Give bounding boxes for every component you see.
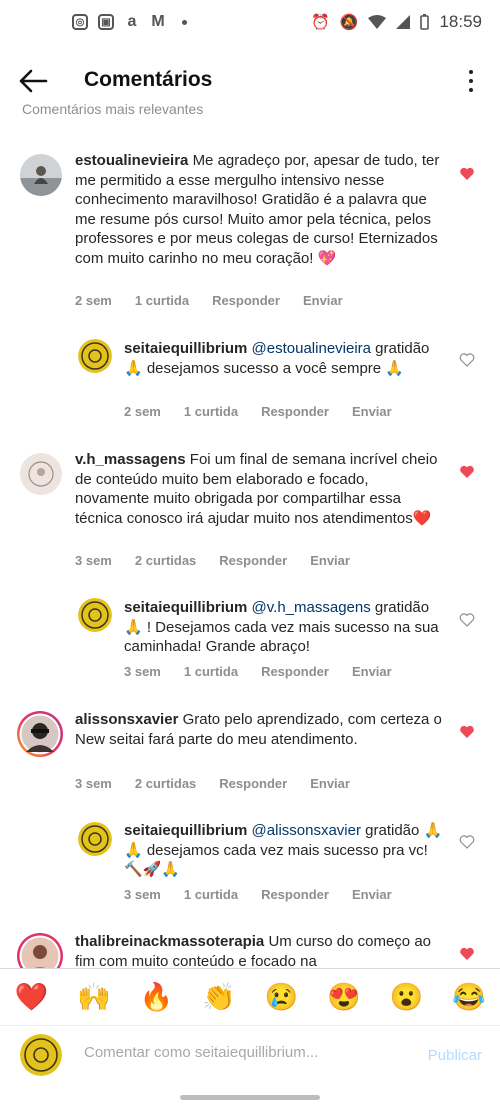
reply-button[interactable]: Responder bbox=[261, 664, 329, 679]
more-notifications-dot bbox=[182, 19, 187, 25]
comment-composer: Publicar bbox=[0, 1025, 500, 1086]
reply-meta: 3 sem 1 curtida Responder Enviar bbox=[124, 887, 415, 902]
heart-emoji-button[interactable]: ❤️ bbox=[11, 981, 51, 1013]
laughing-emoji-button[interactable]: 😂 bbox=[449, 981, 489, 1013]
comment-likes[interactable]: 2 curtidas bbox=[135, 553, 196, 568]
comment-text: estoualinevieira Me agradeço por, apesar… bbox=[75, 151, 443, 268]
reply-button[interactable]: Responder bbox=[212, 293, 280, 308]
reply-time: 3 sem bbox=[124, 664, 161, 679]
like-heart-icon[interactable] bbox=[459, 724, 475, 740]
like-heart-outline-icon[interactable] bbox=[459, 834, 475, 850]
avatar[interactable] bbox=[16, 932, 64, 968]
comment-meta: 3 sem 2 curtidas Responder Enviar bbox=[75, 553, 373, 568]
comment-time: 2 sem bbox=[75, 293, 112, 308]
like-heart-icon[interactable] bbox=[459, 946, 475, 962]
send-button[interactable]: Enviar bbox=[303, 293, 343, 308]
comment-likes[interactable]: 1 curtida bbox=[135, 293, 189, 308]
app-icon: ▣ bbox=[98, 14, 114, 30]
clock: 18:59 bbox=[439, 12, 482, 31]
comment-time: 3 sem bbox=[75, 776, 112, 791]
clapping-emoji-button[interactable]: 👏 bbox=[199, 981, 239, 1013]
comment-username[interactable]: estoualinevieira bbox=[75, 152, 188, 169]
reply-time: 3 sem bbox=[124, 887, 161, 902]
comment-time: 3 sem bbox=[75, 553, 112, 568]
notification-icons: ◎ ▣ a M bbox=[72, 13, 187, 30]
like-heart-icon[interactable] bbox=[459, 166, 475, 182]
reply-avatar[interactable] bbox=[78, 339, 112, 373]
like-heart-outline-icon[interactable] bbox=[459, 612, 475, 628]
reply-button[interactable]: Responder bbox=[261, 887, 329, 902]
reply-avatar[interactable] bbox=[78, 822, 112, 856]
comment-username[interactable]: alissonsxavier bbox=[75, 711, 178, 728]
more-options-icon[interactable] bbox=[468, 70, 474, 92]
reply-likes[interactable]: 1 curtida bbox=[184, 664, 238, 679]
comment-username[interactable]: thalibreinackmassoterapia bbox=[75, 933, 264, 950]
like-heart-icon[interactable] bbox=[459, 464, 475, 480]
send-button[interactable]: Enviar bbox=[352, 404, 392, 419]
reply-mention[interactable]: @v.h_massagens bbox=[252, 599, 371, 616]
header: Comentários bbox=[0, 52, 500, 110]
fire-emoji-button[interactable]: 🔥 bbox=[136, 981, 176, 1013]
comment-text: thalibreinackmassoterapia Um curso do co… bbox=[75, 932, 443, 968]
my-avatar bbox=[20, 1034, 62, 1076]
alarm-icon: ⏰ bbox=[311, 14, 330, 31]
comment-body: Me agradeço por, apesar de tudo, ter me … bbox=[75, 152, 440, 267]
reply-time: 2 sem bbox=[124, 404, 161, 419]
comment-meta: 2 sem 1 curtida Responder Enviar bbox=[75, 293, 366, 308]
send-button[interactable]: Enviar bbox=[352, 887, 392, 902]
reply-text: seitaiequillibrium @v.h_massagens gratid… bbox=[124, 598, 444, 657]
reply-mention[interactable]: @alissonsxavier bbox=[252, 822, 361, 839]
status-bar: ◎ ▣ a M ⏰ 🔕 18:59 bbox=[0, 0, 500, 48]
back-arrow-icon[interactable] bbox=[16, 64, 50, 98]
reply-likes[interactable]: 1 curtida bbox=[184, 887, 238, 902]
gmail-icon: M bbox=[151, 13, 165, 30]
mute-icon: 🔕 bbox=[339, 14, 359, 31]
home-indicator[interactable] bbox=[180, 1095, 320, 1100]
reply-text: seitaiequillibrium @estoualinevieira gra… bbox=[124, 339, 444, 378]
reply-meta: 2 sem 1 curtida Responder Enviar bbox=[124, 404, 415, 419]
reply-meta: 3 sem 1 curtida Responder Enviar bbox=[124, 664, 415, 679]
crying-emoji-button[interactable]: 😢 bbox=[261, 981, 301, 1013]
comments-list[interactable]: estoualinevieira Me agradeço por, apesar… bbox=[0, 120, 500, 968]
reply-mention[interactable]: @estoualinevieira bbox=[252, 340, 371, 357]
surprised-emoji-button[interactable]: 😮 bbox=[386, 981, 426, 1013]
reply-avatar[interactable] bbox=[78, 598, 112, 632]
reply-username[interactable]: seitaiequillibrium bbox=[124, 340, 247, 357]
reply-button[interactable]: Responder bbox=[219, 776, 287, 791]
reply-username[interactable]: seitaiequillibrium bbox=[124, 599, 247, 616]
section-heading-cut: Comentários mais relevantes bbox=[22, 104, 204, 116]
page-title: Comentários bbox=[84, 68, 213, 91]
comment-username[interactable]: v.h_massagens bbox=[75, 451, 186, 468]
reply-likes[interactable]: 1 curtida bbox=[184, 404, 238, 419]
system-icons: ⏰ 🔕 18:59 bbox=[311, 12, 482, 32]
wifi-icon bbox=[368, 15, 387, 29]
send-button[interactable]: Enviar bbox=[352, 664, 392, 679]
comment-text: v.h_massagens Foi um final de semana inc… bbox=[75, 450, 443, 528]
comment-text: alissonsxavier Grato pelo aprendizado, c… bbox=[75, 710, 443, 749]
avatar[interactable] bbox=[20, 154, 62, 196]
reply-button[interactable]: Responder bbox=[219, 553, 287, 568]
raising-hands-emoji-button[interactable]: 🙌 bbox=[74, 981, 114, 1013]
reply-button[interactable]: Responder bbox=[261, 404, 329, 419]
heart-eyes-emoji-button[interactable]: 😍 bbox=[324, 981, 364, 1013]
emoji-quick-bar: ❤️ 🙌 🔥 👏 😢 😍 😮 😂 bbox=[0, 968, 500, 1025]
reply-text: seitaiequillibrium @alissonsxavier grati… bbox=[124, 821, 444, 880]
battery-icon bbox=[420, 14, 430, 30]
send-button[interactable]: Enviar bbox=[310, 776, 350, 791]
reply-username[interactable]: seitaiequillibrium bbox=[124, 822, 247, 839]
avatar[interactable] bbox=[20, 453, 62, 495]
avatar[interactable] bbox=[16, 710, 64, 758]
instagram-icon: ◎ bbox=[72, 14, 88, 30]
comment-likes[interactable]: 2 curtidas bbox=[135, 776, 196, 791]
comment-input[interactable] bbox=[84, 1044, 404, 1061]
amazon-icon: a bbox=[127, 13, 137, 30]
like-heart-outline-icon[interactable] bbox=[459, 352, 475, 368]
comment-meta: 3 sem 2 curtidas Responder Enviar bbox=[75, 776, 373, 791]
send-button[interactable]: Enviar bbox=[310, 553, 350, 568]
signal-icon bbox=[396, 15, 411, 29]
publish-button[interactable]: Publicar bbox=[428, 1047, 482, 1064]
